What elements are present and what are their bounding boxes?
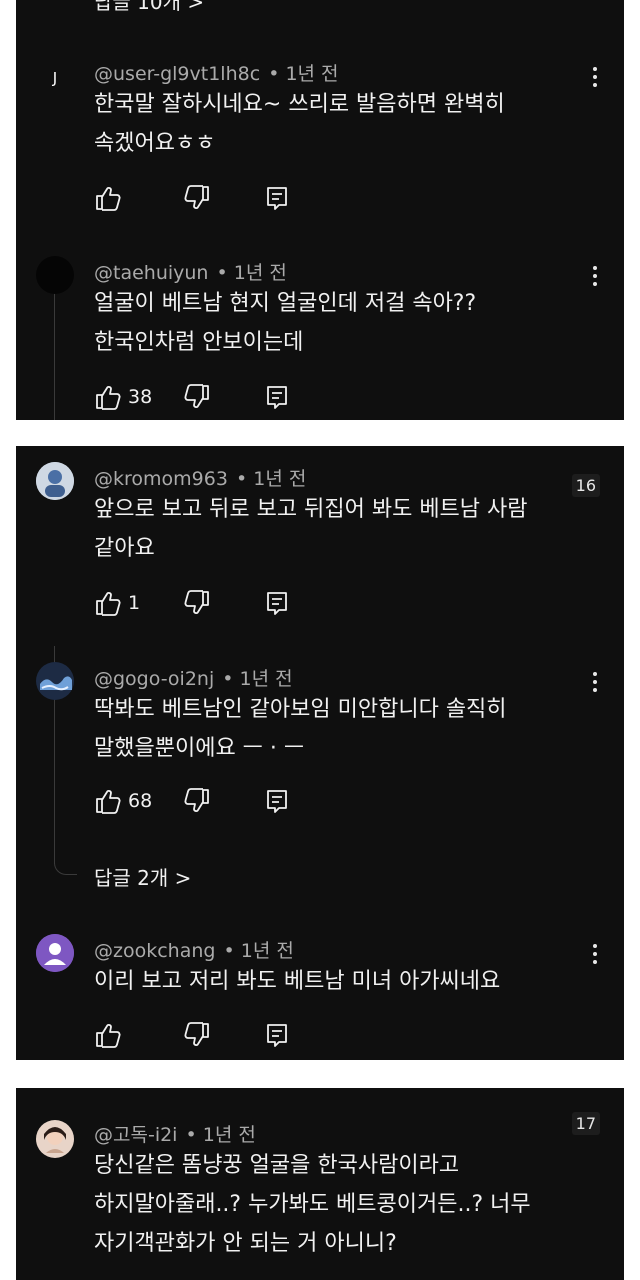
avatar-image — [36, 662, 74, 700]
reply-button[interactable] — [264, 1020, 290, 1050]
avatar-image — [36, 462, 74, 500]
view-replies-link-partial[interactable]: 답글 10개 > — [94, 0, 204, 15]
comment-text-line: 같아요 — [94, 536, 155, 561]
comment-meta: @고독-i2i • 1년 전 — [94, 1120, 256, 1147]
reply-button[interactable] — [264, 382, 290, 412]
comment-author[interactable]: @고독-i2i — [94, 1124, 177, 1146]
thumbs-up-icon — [96, 592, 121, 616]
dislike-button[interactable] — [182, 183, 210, 213]
avatar[interactable] — [36, 256, 74, 294]
dislike-button[interactable] — [182, 786, 210, 816]
avatar[interactable] — [36, 662, 74, 700]
comment-actions: 1 — [94, 588, 334, 618]
thumbs-down-icon — [184, 1022, 209, 1046]
thumbs-up-icon — [96, 386, 121, 410]
comment-meta: @taehuiyun • 1년 전 — [94, 258, 287, 285]
reply-icon — [267, 1024, 287, 1047]
like-count: 1 — [128, 592, 141, 614]
comment-text-line: 앞으로 보고 뒤로 보고 뒤집어 봐도 베트남 사람 — [94, 497, 528, 522]
more-vert-icon[interactable] — [592, 672, 598, 692]
comment-text: 얼굴이 베트남 현지 얼굴인데 저걸 속아?? 한국인차럼 안보이는데 — [94, 284, 476, 362]
comment-text: 당신같은 똠냥꿍 얼굴을 한국사람이라고 하지말아줄래..? 누가봐도 베트콩이… — [94, 1146, 531, 1263]
comment-text: 딱봐도 베트남인 같아보임 미안합니다 솔직히 말했을뿐이에요 ㅡ · ㅡ — [94, 690, 507, 768]
comment-time: • 1년 전 — [235, 468, 307, 490]
reply-icon — [267, 187, 287, 210]
comment-author[interactable]: @kromom963 — [94, 468, 228, 490]
reply-button[interactable] — [264, 183, 290, 213]
comment-time: • 1년 전 — [185, 1124, 256, 1146]
thumbs-up-icon — [96, 1024, 121, 1048]
reply-icon — [267, 386, 287, 409]
image-index-badge: 17 — [571, 1112, 600, 1135]
avatar-letter: J — [52, 69, 58, 87]
comment-text: 한국말 잘하시네요~ 쓰리로 발음하면 완벽히 속겠어요ㅎㅎ — [94, 85, 505, 163]
like-count: 68 — [128, 790, 153, 812]
comment-actions: 38 — [94, 382, 334, 412]
dislike-button[interactable] — [182, 588, 210, 618]
reply-icon — [267, 790, 287, 813]
thumbs-down-icon — [184, 590, 209, 614]
like-count: 38 — [128, 386, 153, 408]
avatar[interactable] — [36, 1120, 74, 1158]
comment-actions — [94, 183, 334, 213]
comment-time: • 1년 전 — [223, 940, 294, 962]
like-button[interactable] — [94, 1020, 122, 1050]
comments-panel-2: 16 @kromom963 • 1년 전 앞으로 보고 뒤로 보고 뒤집어 봐도… — [16, 446, 624, 1060]
person-icon — [36, 934, 74, 972]
comment-text: 앞으로 보고 뒤로 보고 뒤집어 봐도 베트남 사람 같아요 — [94, 490, 528, 568]
more-vert-icon[interactable] — [592, 67, 598, 87]
reply-thread-curve — [54, 854, 77, 875]
comment-text-line: 한국인차럼 안보이는데 — [94, 330, 304, 355]
comment-text-line: 한국말 잘하시네요~ 쓰리로 발음하면 완벽히 — [94, 92, 505, 117]
dislike-button[interactable] — [182, 1020, 210, 1050]
avatar-image — [36, 1120, 74, 1158]
dislike-button[interactable] — [182, 382, 210, 412]
reply-button[interactable] — [264, 786, 290, 816]
reply-button[interactable] — [264, 588, 290, 618]
comments-panel-1: 답글 10개 > J @user-gl9vt1lh8c • 1년 전 한국말 잘… — [16, 0, 624, 420]
like-button[interactable] — [94, 183, 122, 213]
avatar[interactable] — [36, 934, 74, 972]
comment-text-line: 말했을뿐이에요 ㅡ · ㅡ — [94, 736, 305, 761]
comment-text: 이리 보고 저리 봐도 베트남 미녀 아가씨네요 — [94, 962, 500, 1001]
view-replies-link[interactable]: 답글 2개 > — [94, 862, 191, 891]
comment-meta: @gogo-oi2nj • 1년 전 — [94, 664, 293, 691]
thumbs-up-icon — [96, 790, 121, 814]
comment-meta: @kromom963 • 1년 전 — [94, 464, 306, 491]
comment-text-line: 당신같은 똠냥꿍 얼굴을 한국사람이라고 — [94, 1153, 460, 1178]
comment-author[interactable]: @zookchang — [94, 940, 215, 962]
thumbs-down-icon — [184, 788, 209, 812]
comment-author[interactable]: @user-gl9vt1lh8c — [94, 63, 260, 85]
comment-author[interactable]: @taehuiyun — [94, 262, 208, 284]
reply-icon — [267, 592, 287, 615]
comment-time: • 1년 전 — [216, 262, 287, 284]
comment-text-line: 속겠어요ㅎㅎ — [94, 131, 216, 156]
comment-text-line: 이리 보고 저리 봐도 베트남 미녀 아가씨네요 — [94, 969, 501, 994]
avatar[interactable] — [36, 462, 74, 500]
comment-text-line: 하지말아줄래..? 누가봐도 베트콩이거든..? 너무 — [94, 1192, 531, 1217]
comment-text-line: 얼굴이 베트남 현지 얼굴인데 저걸 속아?? — [94, 291, 477, 316]
thumbs-up-icon — [96, 187, 121, 211]
more-vert-icon[interactable] — [592, 266, 598, 286]
comment-author[interactable]: @gogo-oi2nj — [94, 668, 214, 690]
reply-thread-line — [54, 290, 55, 420]
like-button[interactable]: 38 — [94, 382, 152, 412]
comment-time: • 1년 전 — [268, 63, 339, 85]
comments-panel-3: 17 @고독-i2i • 1년 전 당신같은 똠냥꿍 얼굴을 한국사람이라고 하… — [16, 1088, 624, 1280]
like-button[interactable]: 68 — [94, 786, 152, 816]
more-vert-icon[interactable] — [592, 944, 598, 964]
comment-time: • 1년 전 — [222, 668, 293, 690]
thumbs-down-icon — [184, 384, 209, 408]
comment-meta: @zookchang • 1년 전 — [94, 936, 294, 963]
image-index-badge: 16 — [571, 474, 600, 497]
comment-text-line: 자기객관화가 안 되는 거 아니니? — [94, 1231, 397, 1256]
comment-actions — [94, 1020, 334, 1050]
comment-meta: @user-gl9vt1lh8c • 1년 전 — [94, 59, 339, 86]
avatar[interactable]: J — [36, 59, 74, 97]
comment-text-line: 딱봐도 베트남인 같아보임 미안합니다 솔직히 — [94, 697, 507, 722]
like-button[interactable]: 1 — [94, 588, 140, 618]
comment-actions: 68 — [94, 786, 334, 816]
thumbs-down-icon — [184, 185, 209, 209]
